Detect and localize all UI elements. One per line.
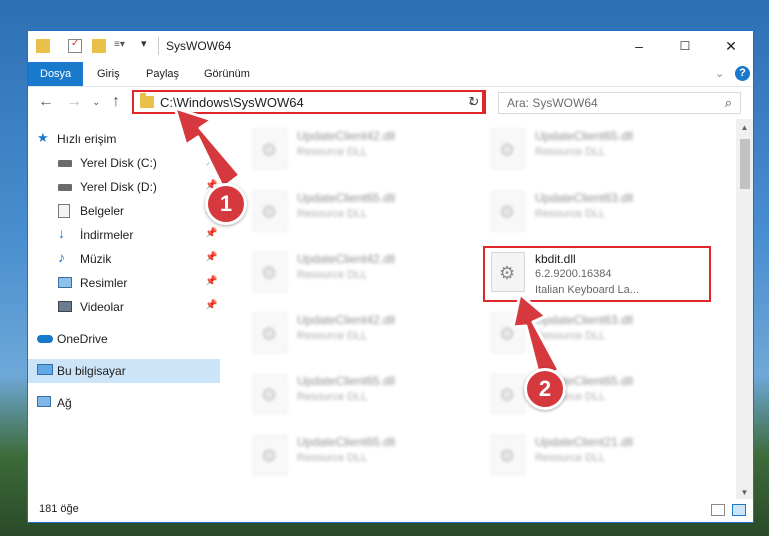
step-badge-2: 2 [524, 368, 566, 410]
arrow-to-file-icon [511, 292, 561, 382]
annotation-arrows [173, 106, 561, 382]
arrow-to-address-icon [173, 106, 242, 190]
step-badge-1: 1 [205, 183, 247, 225]
